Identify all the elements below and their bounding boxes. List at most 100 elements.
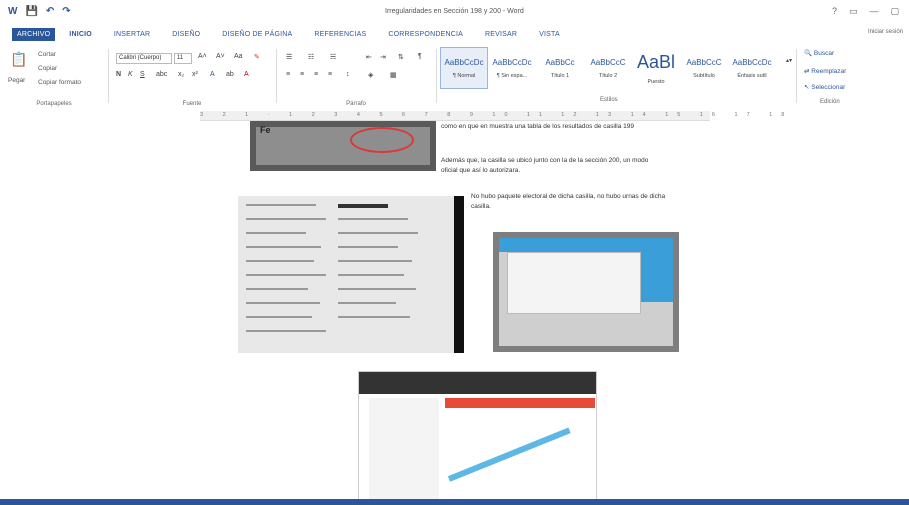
- style-heading-1[interactable]: AaBbCc Título 1: [536, 47, 584, 89]
- bold-icon[interactable]: N: [116, 71, 121, 78]
- image-line: [246, 288, 308, 290]
- signin-link[interactable]: Iniciar sesión: [868, 29, 903, 35]
- image-line: [246, 260, 314, 262]
- tab-design[interactable]: DISEÑO: [172, 31, 200, 38]
- styles-gallery: AaBbCcDc ¶ Normal AaBbCcDc ¶ Sin espa...…: [440, 47, 776, 89]
- align-right-icon[interactable]: ≡: [314, 71, 318, 78]
- save-icon[interactable]: 💾: [25, 6, 37, 17]
- numbering-icon[interactable]: ☷: [308, 53, 314, 61]
- font-size-field[interactable]: 11: [174, 53, 192, 64]
- underline-icon[interactable]: S: [140, 71, 145, 78]
- image-line: [246, 218, 326, 220]
- select-button[interactable]: ↖ Seleccionar: [804, 83, 845, 91]
- borders-icon[interactable]: ▦: [390, 71, 397, 79]
- align-left-icon[interactable]: ≡: [286, 71, 290, 78]
- image-black-edge: [454, 196, 464, 353]
- undo-icon[interactable]: ↶: [46, 6, 54, 17]
- image-line: [338, 218, 408, 220]
- photo-image[interactable]: [493, 232, 679, 352]
- paste-button[interactable]: Pegar: [8, 77, 25, 84]
- tab-page-layout[interactable]: DISEÑO DE PÁGINA: [222, 31, 292, 38]
- list-document-image[interactable]: [238, 196, 464, 353]
- ribbon: 📋 Pegar Cortar Copiar Copiar formato Por…: [0, 43, 909, 109]
- clear-format-icon[interactable]: ✎: [254, 53, 260, 61]
- editing-label: Edición: [820, 99, 840, 105]
- subscript-icon[interactable]: x₂: [178, 71, 184, 78]
- title-bar: W 💾 ↶ ↷ Irregularidades en Sección 198 y…: [0, 0, 909, 24]
- help-button[interactable]: ?: [832, 6, 837, 17]
- image-text: Fe: [260, 125, 271, 135]
- styles-label: Estilos: [600, 97, 618, 103]
- replace-button[interactable]: ⇄ Reemplazar: [804, 67, 846, 75]
- minimize-button[interactable]: —: [869, 6, 878, 17]
- screenshot-image[interactable]: Fe: [250, 121, 436, 171]
- select-label: Seleccionar: [811, 84, 846, 91]
- paste-icon[interactable]: 📋: [10, 51, 27, 68]
- window-controls: ? ▭ — ▢: [832, 6, 899, 17]
- strikethrough-icon[interactable]: abc: [156, 71, 167, 78]
- text-effects-icon[interactable]: A: [210, 71, 215, 78]
- bullets-icon[interactable]: ☰: [286, 53, 292, 61]
- paragraph-1: como en que en muestra una tabla de los …: [441, 123, 634, 130]
- map-screenshot-image[interactable]: [358, 371, 597, 505]
- styles-scroll-icon[interactable]: ▴▾: [786, 57, 792, 64]
- style-heading-2[interactable]: AaBbCcC Título 2: [584, 47, 632, 89]
- divider: [796, 49, 797, 103]
- justify-icon[interactable]: ≡: [328, 71, 332, 78]
- copy-button[interactable]: Copiar: [38, 65, 57, 72]
- style-subtle-emphasis[interactable]: AaBbCcDc Énfasis sutil: [728, 47, 776, 89]
- image-line: [338, 302, 396, 304]
- style-normal[interactable]: AaBbCcDc ¶ Normal: [440, 47, 488, 89]
- tab-home[interactable]: INICIO: [69, 31, 92, 38]
- photo-blue-band: [499, 238, 673, 252]
- find-button[interactable]: 🔍 Buscar: [804, 49, 834, 57]
- map-route: [447, 427, 571, 482]
- image-line: [338, 246, 398, 248]
- font-name-field[interactable]: Calibri (Cuerpo): [116, 53, 172, 64]
- map-red-banner: [445, 398, 595, 408]
- style-subtitle[interactable]: AaBbCcC Subtítulo: [680, 47, 728, 89]
- font-group: Calibri (Cuerpo) 11 A˄ A˅ Aa ✎ N K S abc…: [112, 47, 272, 109]
- redo-icon[interactable]: ↷: [62, 6, 70, 17]
- ribbon-display-button[interactable]: ▭: [849, 6, 858, 17]
- tab-view[interactable]: VISTA: [539, 31, 560, 38]
- style-name: ¶ Normal: [452, 73, 476, 79]
- map-sidebar: [369, 398, 439, 502]
- replace-label: Reemplazar: [811, 68, 847, 75]
- tab-insert[interactable]: INSERTAR: [114, 31, 150, 38]
- style-sample: AaBl: [636, 52, 676, 72]
- format-painter-button[interactable]: Copiar formato: [38, 79, 81, 86]
- line-spacing-icon[interactable]: ↕: [346, 71, 350, 78]
- ruler-numbers: 3 2 1 · 1 2 3 4 5 6 7 8 9 10 11 12 13 14…: [200, 112, 794, 118]
- clipboard-label: Portapapeles: [36, 101, 72, 107]
- align-center-icon[interactable]: ≡: [300, 71, 304, 78]
- image-line: [338, 232, 418, 234]
- font-label: Fuente: [182, 101, 202, 107]
- change-case-icon[interactable]: Aa: [234, 53, 243, 60]
- increase-indent-icon[interactable]: ⇥: [380, 53, 386, 61]
- shrink-font-icon[interactable]: A˅: [216, 53, 225, 60]
- maximize-button[interactable]: ▢: [890, 6, 899, 17]
- sort-icon[interactable]: ⇅: [398, 53, 404, 61]
- grow-font-icon[interactable]: A˄: [198, 53, 207, 60]
- tab-review[interactable]: REVISAR: [485, 31, 517, 38]
- highlight-icon[interactable]: ab: [226, 71, 234, 78]
- style-no-spacing[interactable]: AaBbCcDc ¶ Sin espa...: [488, 47, 536, 89]
- paragraph-group: ☰ ☷ ☵ ⇤ ⇥ ⇅ ¶ ≡ ≡ ≡ ≡ ↕ ◈ ▦ Párrafo: [280, 47, 432, 109]
- font-color-icon[interactable]: A: [244, 71, 249, 78]
- photo-banner: [507, 252, 641, 314]
- italic-icon[interactable]: K: [128, 71, 133, 78]
- tab-references[interactable]: REFERENCIAS: [314, 31, 366, 38]
- horizontal-ruler[interactable]: 3 2 1 · 1 2 3 4 5 6 7 8 9 10 11 12 13 14…: [200, 111, 784, 121]
- style-name: Título 2: [598, 73, 618, 79]
- decrease-indent-icon[interactable]: ⇤: [366, 53, 372, 61]
- cut-button[interactable]: Cortar: [38, 51, 56, 58]
- style-title[interactable]: AaBl Puesto: [632, 47, 680, 89]
- style-sample: AaBbCcC: [686, 58, 722, 67]
- tab-file[interactable]: ARCHIVO: [12, 27, 56, 41]
- pilcrow-icon[interactable]: ¶: [418, 53, 422, 60]
- superscript-icon[interactable]: x²: [192, 71, 198, 78]
- multilevel-list-icon[interactable]: ☵: [330, 53, 336, 61]
- tab-mailings[interactable]: CORRESPONDENCIA: [388, 31, 463, 38]
- shading-icon[interactable]: ◈: [368, 71, 373, 79]
